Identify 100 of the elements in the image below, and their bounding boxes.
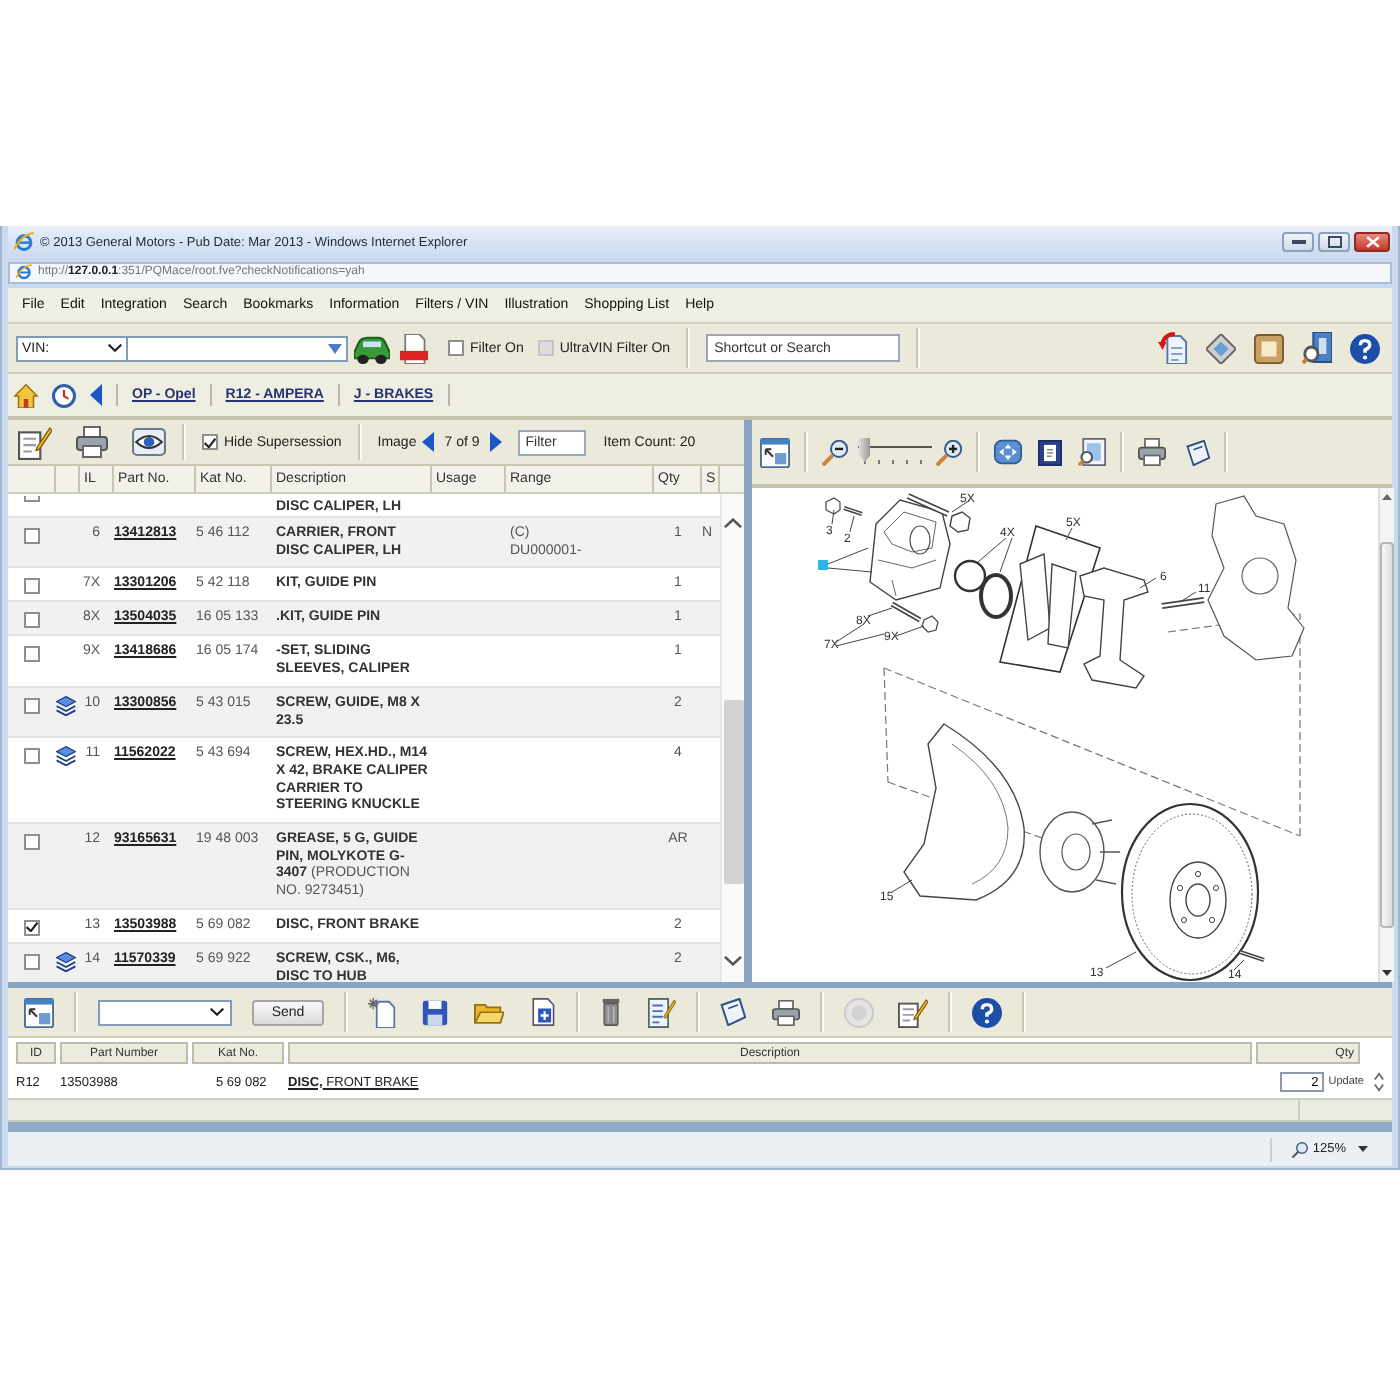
- bolt-drawing: [890, 601, 922, 623]
- leader-line: [1105, 951, 1137, 969]
- browser-icon: [14, 232, 34, 252]
- checkbox[interactable]: [24, 646, 40, 663]
- checkbox[interactable]: [24, 834, 40, 851]
- screw-drawing: [1239, 950, 1265, 962]
- leader-line: [849, 515, 855, 533]
- marker-icon: [818, 560, 828, 570]
- browser-icon: [16, 264, 32, 280]
- checkbox[interactable]: [24, 697, 40, 714]
- scrollbar-thumb[interactable]: [1380, 542, 1394, 928]
- chevron-up-icon[interactable]: [724, 518, 742, 528]
- leader-line: [1179, 591, 1197, 603]
- window-icon[interactable]: [760, 437, 790, 467]
- minimize-button[interactable]: [1282, 232, 1314, 252]
- previous-icon[interactable]: [422, 432, 435, 452]
- help-icon[interactable]: [972, 997, 1002, 1027]
- maximize-button[interactable]: [1318, 232, 1350, 252]
- checkbox[interactable]: [24, 528, 40, 544]
- frame-icon[interactable]: [1254, 333, 1284, 363]
- edit-icon[interactable]: [898, 997, 928, 1027]
- back-arrow-icon[interactable]: [90, 384, 102, 406]
- caret-icon: [108, 344, 122, 352]
- dropdown-icon[interactable]: [328, 343, 342, 353]
- zoom-out-icon[interactable]: [822, 439, 848, 465]
- diamond-icon[interactable]: [1206, 333, 1236, 363]
- document-icon[interactable]: [400, 333, 428, 363]
- checkbox[interactable]: [24, 612, 40, 629]
- pan-icon[interactable]: [994, 438, 1022, 466]
- tick-icon: [26, 922, 38, 933]
- leader-line: [1233, 959, 1245, 971]
- scrollbar-thumb[interactable]: [723, 700, 743, 884]
- close-icon: [1365, 236, 1379, 248]
- window-icon[interactable]: [24, 997, 54, 1027]
- leader-line: [867, 607, 893, 617]
- close-button[interactable]: [1354, 232, 1390, 252]
- bolt-drawing: [1161, 597, 1205, 609]
- help-icon[interactable]: [1350, 333, 1380, 363]
- fit-page-icon[interactable]: [1038, 439, 1062, 465]
- checklist-icon[interactable]: [648, 997, 676, 1027]
- document-search-icon[interactable]: [1302, 332, 1332, 364]
- checkbox[interactable]: [24, 953, 40, 970]
- caliper-drawing: [869, 499, 951, 601]
- stack-icon[interactable]: [56, 951, 76, 972]
- eye-icon[interactable]: [132, 426, 166, 458]
- print-icon[interactable]: [772, 999, 800, 1025]
- stack-icon[interactable]: [56, 746, 76, 767]
- leader-line: [831, 509, 835, 525]
- scrollbar[interactable]: [1378, 488, 1394, 982]
- hub-drawing: [1039, 811, 1121, 893]
- zoom-in-icon[interactable]: [936, 439, 962, 465]
- o-ring-drawing: [979, 573, 1013, 619]
- scrollbar[interactable]: [720, 494, 744, 982]
- caret-icon[interactable]: [1358, 1146, 1368, 1152]
- checkbox[interactable]: [448, 340, 464, 356]
- checkbox[interactable]: [24, 496, 40, 502]
- new-document-icon[interactable]: [368, 997, 396, 1027]
- save-icon[interactable]: [422, 999, 448, 1025]
- clock-icon[interactable]: [52, 383, 76, 407]
- zoom-icon: [1292, 1141, 1309, 1157]
- print-icon[interactable]: [1138, 438, 1166, 466]
- leader-line: [1065, 527, 1073, 541]
- scroll-up-icon[interactable]: [1382, 494, 1392, 500]
- document-arrow-icon[interactable]: [1158, 332, 1188, 364]
- nut-drawing: [921, 615, 939, 633]
- leader-line: [895, 625, 925, 637]
- vin-field[interactable]: [128, 335, 348, 361]
- paper-icon[interactable]: [720, 998, 746, 1026]
- fit-width-icon[interactable]: [1078, 438, 1106, 466]
- folder-icon[interactable]: [474, 999, 504, 1025]
- trash-icon[interactable]: [600, 998, 622, 1026]
- leader-line: [891, 879, 913, 893]
- nut-drawing: [825, 497, 841, 515]
- list-select[interactable]: [98, 999, 232, 1025]
- o-ring-drawing: [953, 559, 987, 593]
- next-icon[interactable]: [489, 432, 502, 452]
- minimize-icon: [1291, 240, 1305, 244]
- scroll-down-icon[interactable]: [1382, 970, 1392, 976]
- screw-drawing: [843, 506, 863, 516]
- checkbox[interactable]: [24, 748, 40, 765]
- car-icon[interactable]: [354, 333, 390, 363]
- scroll-arrows-icon[interactable]: [1373, 1072, 1383, 1092]
- chevron-down-icon[interactable]: [724, 956, 742, 966]
- leader-line: [1139, 577, 1157, 589]
- paper-icon[interactable]: [1186, 439, 1210, 465]
- home-icon[interactable]: [14, 383, 38, 407]
- brake-pad-drawing: [1019, 553, 1051, 642]
- maximize-icon: [1327, 236, 1341, 248]
- stack-icon[interactable]: [56, 695, 76, 716]
- add-icon[interactable]: [530, 998, 556, 1026]
- checkbox[interactable]: [24, 919, 40, 936]
- edit-icon[interactable]: [18, 425, 52, 459]
- guide-pin-drawing: [906, 493, 950, 517]
- caret-icon: [210, 1008, 224, 1016]
- leader-line: [951, 499, 971, 513]
- nut-drawing: [949, 511, 971, 533]
- slider-thumb[interactable]: [858, 438, 871, 462]
- print-icon[interactable]: [76, 426, 108, 458]
- checkbox[interactable]: [24, 578, 40, 595]
- checkbox[interactable]: [202, 434, 218, 450]
